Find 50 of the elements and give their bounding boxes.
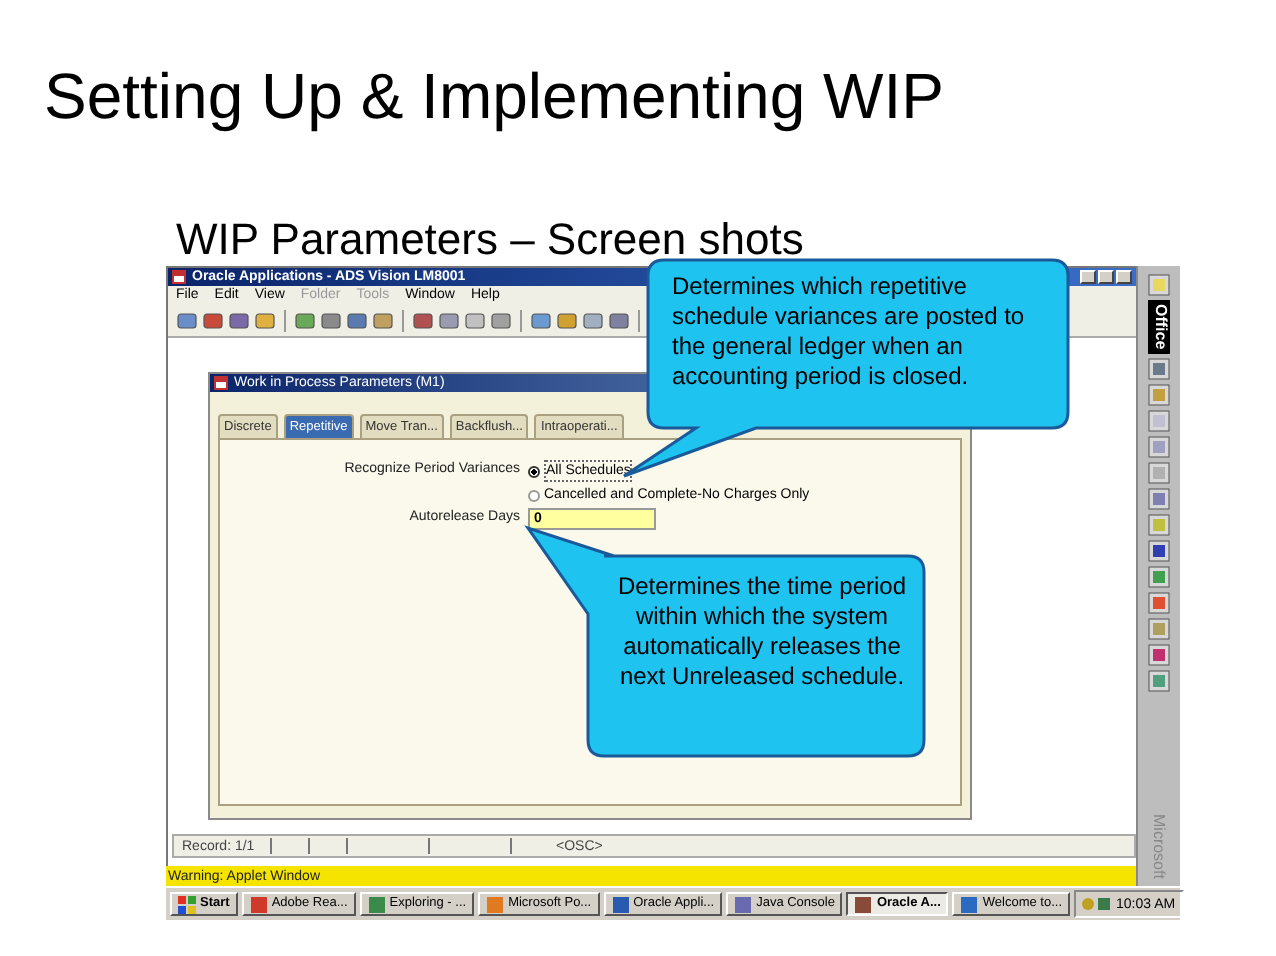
toolbar-icon[interactable] xyxy=(294,310,316,332)
maximize-button[interactable] xyxy=(1098,270,1114,284)
office-bar-icon[interactable] xyxy=(1148,643,1170,666)
app-icon xyxy=(960,895,979,913)
close-button[interactable] xyxy=(1116,270,1132,284)
office-bar-icon[interactable] xyxy=(1148,669,1170,692)
toolbar-icon[interactable] xyxy=(608,310,630,332)
tray-icon[interactable] xyxy=(1082,896,1111,912)
radio-button[interactable] xyxy=(528,489,540,501)
slide-subtitle: WIP Parameters – Screen shots xyxy=(176,214,804,266)
callout-text: Determines which repetitive schedule variances are posted to the general ledger when an accounting period is closed. xyxy=(672,272,1027,392)
office-bar-icon[interactable] xyxy=(1148,487,1170,510)
office-bar-title: Office xyxy=(1148,300,1170,354)
form-icon xyxy=(214,376,228,390)
office-bar-icon[interactable] xyxy=(1148,565,1170,588)
app-icon xyxy=(734,895,753,913)
toolbar-icon[interactable] xyxy=(346,310,368,332)
toolbar-icon[interactable] xyxy=(464,310,486,332)
office-bar-icon[interactable] xyxy=(1148,383,1170,406)
radio-button[interactable] xyxy=(528,465,540,477)
callout-text: Determines the time period within which the system automatically releases the next Unreleased schedule. xyxy=(616,572,908,692)
office-bar-icon[interactable] xyxy=(1148,513,1170,536)
toolbar-icon[interactable] xyxy=(254,310,276,332)
office-bar-icon[interactable] xyxy=(1148,435,1170,458)
toolbar-icon[interactable] xyxy=(412,310,434,332)
app-icon xyxy=(367,895,386,913)
app-icon xyxy=(486,895,505,913)
app-icon xyxy=(611,895,630,913)
toolbar-icon[interactable] xyxy=(556,310,578,332)
windows-logo-icon xyxy=(178,895,196,913)
slide-title: Setting Up & Implementing WIP xyxy=(44,58,944,136)
toolbar-icon[interactable] xyxy=(582,310,604,332)
minimize-button[interactable] xyxy=(1080,270,1096,284)
toolbar-icon[interactable] xyxy=(490,310,512,332)
office-bar-icon[interactable] xyxy=(1148,617,1170,640)
toolbar-icon[interactable] xyxy=(176,310,198,332)
office-bar-icon[interactable] xyxy=(1148,591,1170,614)
app-icon xyxy=(249,895,268,913)
toolbar-icon[interactable] xyxy=(202,310,224,332)
toolbar-icon[interactable] xyxy=(438,310,460,332)
office-bar-icon[interactable] xyxy=(1148,461,1170,484)
office-bar-icon[interactable] xyxy=(1148,409,1170,432)
office-bar-icon[interactable] xyxy=(1148,274,1170,296)
toolbar-icon[interactable] xyxy=(372,310,394,332)
toolbar-icon[interactable] xyxy=(228,310,250,332)
office-bar-icon[interactable] xyxy=(1148,357,1170,380)
toolbar-icon[interactable] xyxy=(530,310,552,332)
office-bar-icon[interactable] xyxy=(1148,539,1170,562)
app-icon xyxy=(854,895,873,913)
toolbar-icon[interactable] xyxy=(320,310,342,332)
